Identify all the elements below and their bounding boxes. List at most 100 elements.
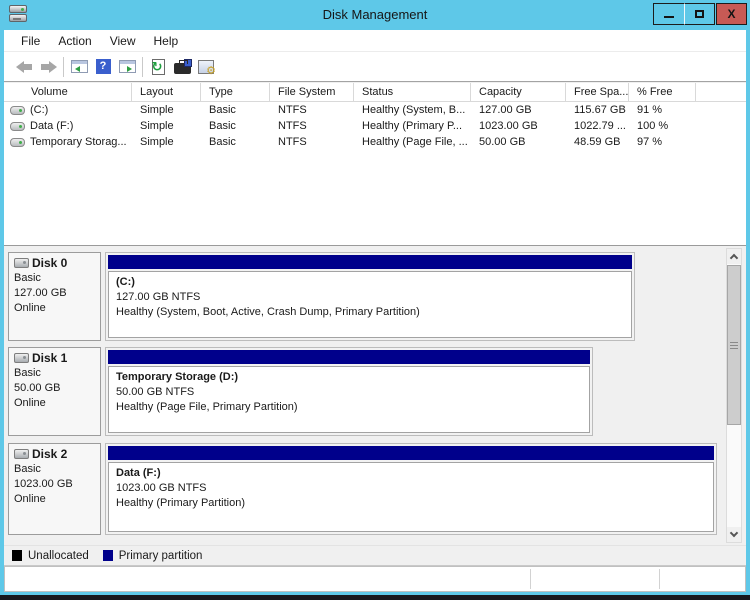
column-header-status[interactable]: Status — [354, 83, 471, 102]
titlebar[interactable]: Disk Management X — [0, 0, 750, 30]
properties-button[interactable]: ⚙ — [194, 55, 218, 79]
disk-name: Disk 1 — [32, 351, 67, 365]
partition-d[interactable]: Temporary Storage (D:) 50.00 GB NTFS Hea… — [105, 347, 593, 436]
unallocated-swatch — [12, 550, 22, 561]
disk-kind: Basic — [14, 462, 95, 477]
column-header-pctfree[interactable]: % Free — [629, 83, 696, 102]
disk-kind: Basic — [14, 271, 95, 286]
disk-size: 50.00 GB — [14, 381, 95, 396]
menu-file[interactable]: File — [12, 32, 49, 50]
partition-size: 50.00 GB NTFS — [116, 385, 589, 400]
window-bottom-edge — [0, 595, 750, 600]
unallocated-label: Unallocated — [28, 550, 89, 562]
volume-status: Healthy (Primary P... — [354, 118, 471, 134]
minimize-icon — [664, 16, 674, 18]
volume-filesystem: NTFS — [270, 118, 354, 134]
disk-kind: Basic — [14, 366, 95, 381]
disk-icon — [14, 353, 29, 363]
show-console-tree-button[interactable] — [67, 55, 91, 79]
primary-partition-color-bar — [108, 255, 632, 269]
disk-icon — [14, 258, 29, 268]
volume-freespace: 1022.79 ... — [566, 118, 629, 134]
action-pane-icon — [119, 60, 136, 73]
disk-1-label[interactable]: Disk 1 Basic 50.00 GB Online — [8, 347, 101, 436]
volume-name: (C:) — [30, 102, 48, 118]
statusbar-separator — [530, 569, 531, 589]
vertical-scrollbar[interactable] — [726, 248, 742, 543]
volume-icon — [10, 122, 25, 131]
console-tree-icon — [71, 60, 88, 73]
column-header-freespace[interactable]: Free Spa... — [566, 83, 629, 102]
partition-health: Healthy (Page File, Primary Partition) — [116, 400, 589, 415]
primary-partition-swatch — [103, 550, 113, 561]
menu-action[interactable]: Action — [49, 32, 100, 50]
column-header-layout[interactable]: Layout — [132, 83, 201, 102]
help-button[interactable]: ? — [91, 55, 115, 79]
primary-partition-color-bar — [108, 446, 714, 460]
volume-pctfree: 97 % — [629, 134, 696, 150]
close-button[interactable]: X — [716, 3, 747, 25]
refresh-icon: ↻ — [152, 59, 165, 75]
volume-name: Temporary Storag... — [30, 134, 127, 150]
column-header-capacity[interactable]: Capacity — [471, 83, 566, 102]
volume-name: Data (F:) — [30, 118, 73, 134]
volume-pctfree: 91 % — [629, 102, 696, 118]
maximize-button[interactable] — [684, 3, 715, 25]
volume-status: Healthy (System, B... — [354, 102, 471, 118]
scrollbar-thumb[interactable] — [727, 265, 741, 425]
volume-list-pane: Volume Layout Type File System Status Ca… — [4, 83, 746, 246]
menu-view[interactable]: View — [101, 32, 145, 50]
volume-capacity: 1023.00 GB — [471, 118, 566, 134]
chevron-up-icon — [730, 254, 738, 262]
disk-state: Online — [14, 301, 95, 316]
toolbar-separator — [63, 57, 64, 77]
properties-icon: ⚙ — [198, 60, 214, 74]
disk-0-label[interactable]: Disk 0 Basic 127.00 GB Online — [8, 252, 101, 341]
disk-2-label[interactable]: Disk 2 Basic 1023.00 GB Online — [8, 443, 101, 535]
primary-partition-label: Primary partition — [119, 550, 203, 562]
window-controls: X — [653, 3, 747, 25]
statusbar-separator — [659, 569, 660, 589]
client-area: File Action View Help ? ↻ ⚙ Volume Layou… — [4, 30, 746, 592]
refresh-button[interactable]: ↻ — [146, 55, 170, 79]
back-button[interactable] — [12, 55, 36, 79]
volume-freespace: 48.59 GB — [566, 134, 629, 150]
disk-graph-pane: Disk 0 Basic 127.00 GB Online (C:) 127.0… — [4, 246, 746, 545]
volume-capacity: 50.00 GB — [471, 134, 566, 150]
partition-health: Healthy (System, Boot, Active, Crash Dum… — [116, 305, 631, 320]
volume-row-c[interactable]: (C:) Simple Basic NTFS Healthy (System, … — [4, 102, 746, 118]
menu-help[interactable]: Help — [145, 32, 188, 50]
disk-state: Online — [14, 492, 95, 507]
partition-label: Temporary Storage (D:) — [116, 370, 589, 385]
volume-pctfree: 100 % — [629, 118, 696, 134]
column-header-filesystem[interactable]: File System — [270, 83, 354, 102]
partition-c[interactable]: (C:) 127.00 GB NTFS Healthy (System, Boo… — [105, 252, 635, 341]
show-action-pane-button[interactable] — [115, 55, 139, 79]
menubar: File Action View Help — [4, 30, 746, 51]
volume-icon — [10, 138, 25, 147]
partition-label: Data (F:) — [116, 466, 713, 481]
volume-row-data-f[interactable]: Data (F:) Simple Basic NTFS Healthy (Pri… — [4, 118, 746, 134]
primary-partition-color-bar — [108, 350, 590, 364]
status-bar — [4, 566, 746, 592]
disk-0-row: Disk 0 Basic 127.00 GB Online (C:) 127.0… — [4, 252, 746, 341]
scroll-down-button[interactable] — [727, 527, 741, 542]
partition-f[interactable]: Data (F:) 1023.00 GB NTFS Healthy (Prima… — [105, 443, 717, 535]
column-header-type[interactable]: Type — [201, 83, 270, 102]
rescan-disks-icon — [174, 63, 191, 74]
toolbar-separator — [142, 57, 143, 77]
volume-layout: Simple — [132, 118, 201, 134]
forward-button[interactable] — [36, 55, 60, 79]
disk-state: Online — [14, 396, 95, 411]
partition-label: (C:) — [116, 275, 631, 290]
scroll-up-button[interactable] — [727, 249, 741, 264]
volume-row-temp-storage[interactable]: Temporary Storag... Simple Basic NTFS He… — [4, 134, 746, 150]
volume-filesystem: NTFS — [270, 102, 354, 118]
help-icon: ? — [96, 59, 111, 74]
rescan-disks-button[interactable] — [170, 55, 194, 79]
minimize-button[interactable] — [653, 3, 684, 25]
partition-size: 127.00 GB NTFS — [116, 290, 631, 305]
column-header-volume[interactable]: Volume — [4, 83, 132, 102]
volume-layout: Simple — [132, 134, 201, 150]
volume-freespace: 115.67 GB — [566, 102, 629, 118]
